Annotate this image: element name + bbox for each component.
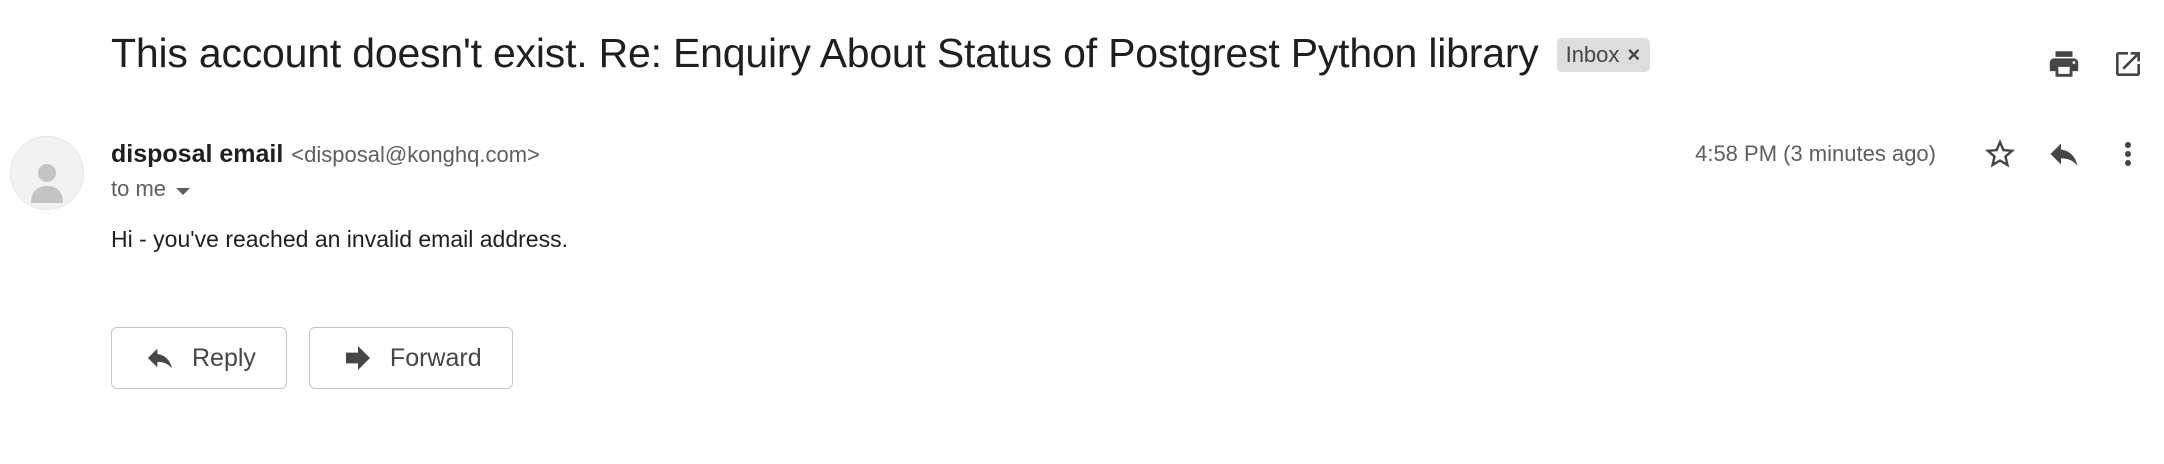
reply-icon-button[interactable] xyxy=(2042,132,2086,176)
message-timestamp: 4:58 PM (3 minutes ago) xyxy=(1695,141,1936,166)
inbox-label-chip[interactable]: Inbox × xyxy=(1556,37,1651,72)
message-body: Hi - you've reached an invalid email add… xyxy=(111,226,568,252)
recipient-text: to me xyxy=(111,176,167,201)
subject-row: This account doesn't exist. Re: Enquiry … xyxy=(111,30,1651,77)
label-chip-text: Inbox xyxy=(1565,41,1620,67)
forward-button[interactable]: Forward xyxy=(308,327,513,389)
show-details-dropdown-icon[interactable] xyxy=(176,187,191,195)
email-subject: This account doesn't exist. Re: Enquiry … xyxy=(111,30,1539,76)
print-icon xyxy=(2049,51,2079,77)
recipient-line: to me xyxy=(111,176,191,202)
forward-icon xyxy=(342,342,374,374)
message-meta-actions: 4:58 PM (3 minutes ago) xyxy=(1695,132,2150,176)
open-in-new-window-button[interactable] xyxy=(2106,42,2150,86)
more-vert-icon xyxy=(2125,142,2131,166)
sender-email: <disposal@konghq.com> xyxy=(291,142,540,167)
print-button[interactable] xyxy=(2042,42,2086,86)
star-button[interactable] xyxy=(1978,132,2022,176)
reply-button[interactable]: Reply xyxy=(111,327,287,389)
sender-line: disposal email <disposal@konghq.com> xyxy=(111,140,540,169)
reply-icon xyxy=(144,342,176,374)
sender-avatar[interactable] xyxy=(10,136,84,210)
more-options-button[interactable] xyxy=(2106,132,2150,176)
open-in-new-window-icon xyxy=(2116,52,2140,76)
email-view: This account doesn't exist. Re: Enquiry … xyxy=(0,0,2164,464)
top-actions xyxy=(2022,42,2150,86)
star-icon xyxy=(1985,139,2015,168)
reply-icon xyxy=(2050,143,2078,166)
person-icon xyxy=(31,164,63,203)
reply-button-label: Reply xyxy=(192,343,256,372)
remove-label-icon[interactable]: × xyxy=(1627,43,1640,66)
reply-forward-actions: Reply Forward xyxy=(111,327,535,389)
forward-button-label: Forward xyxy=(389,343,482,372)
sender-name[interactable]: disposal email xyxy=(111,140,283,169)
